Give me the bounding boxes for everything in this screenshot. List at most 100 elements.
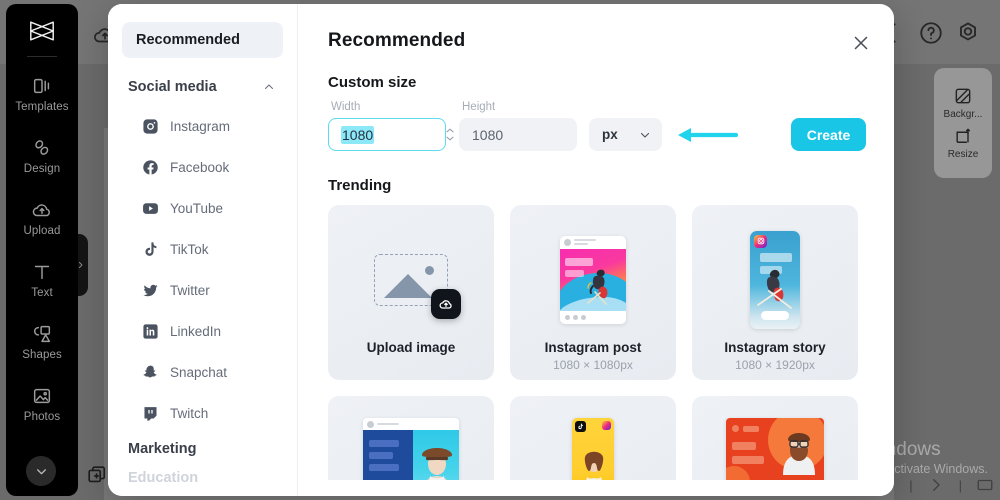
sidebar-group-social-media[interactable]: Social media [122, 72, 283, 102]
app-left-rail: Templates Design Upload [6, 4, 78, 496]
sidebar-item-twitter[interactable]: Twitter [122, 270, 283, 311]
upload-cloud-icon [431, 289, 461, 319]
sidebar-item-instagram[interactable]: Instagram [122, 106, 283, 147]
sidebar-item-twitch[interactable]: Twitch [122, 393, 283, 434]
sidebar-item-label: Instagram [170, 119, 230, 134]
bar [369, 464, 399, 471]
avatar [732, 425, 739, 432]
height-input[interactable]: 1080 [459, 118, 577, 151]
story-cta-button [761, 311, 789, 320]
modal-sidebar: Recommended Social media Instagram [108, 4, 298, 496]
line [377, 423, 399, 425]
sidebar-item-label: Upload [23, 225, 60, 237]
person-figure [779, 425, 819, 475]
rail-collapse-button[interactable] [26, 456, 56, 486]
trending-card-upload-image[interactable]: Upload image [328, 205, 494, 380]
bar [369, 440, 399, 447]
avatar [367, 421, 374, 428]
sidebar-group-label: Marketing [128, 441, 197, 457]
card-title: Instagram post [545, 340, 642, 355]
sidebar-item-youtube[interactable]: YouTube [122, 188, 283, 229]
close-icon[interactable] [850, 32, 872, 54]
sidebar-item-label: Twitter [170, 283, 210, 298]
sidebar-item-design[interactable]: Design [6, 125, 78, 187]
card-subtitle: 1080 × 1080px [553, 358, 633, 372]
instagram-icon [754, 235, 767, 248]
card-subtitle: 1080 × 1920px [735, 358, 815, 372]
post-body [726, 418, 824, 480]
unit-select[interactable]: px [589, 118, 662, 151]
trending-card-grid: Upload image [328, 205, 866, 380]
duplicate-page-icon[interactable] [86, 464, 108, 486]
instagram-story-preview [750, 227, 800, 332]
right-panel-item-resize[interactable]: Resize [948, 126, 979, 160]
card-title: Instagram story [724, 340, 825, 355]
page-title: Recommended [328, 30, 866, 52]
width-field-group: Width 1080 [328, 101, 446, 151]
sidebar-group-education[interactable]: Education [122, 470, 283, 486]
right-panel-item-background[interactable]: Backgr... [944, 86, 983, 120]
right-tool-panel: Backgr... Resize [934, 68, 992, 178]
post-mockup [560, 236, 626, 324]
sidebar-item-label: Text [31, 287, 53, 299]
sidebar-item-label: Design [24, 163, 60, 175]
shapes-icon [31, 323, 53, 345]
dot [565, 315, 570, 320]
present-screen-icon[interactable] [976, 476, 994, 494]
cursor-bar: | [909, 478, 912, 493]
sidebar-item-label: Twitch [170, 406, 208, 421]
sidebar-group-label: Social media [128, 79, 217, 95]
sidebar-item-label: TikTok [170, 242, 209, 257]
trending-card-instagram-post[interactable]: Instagram post 1080 × 1080px [510, 205, 676, 380]
taskbar-controls: | | [909, 476, 994, 494]
sidebar-item-label: YouTube [170, 201, 223, 216]
sidebar-item-templates[interactable]: Templates [6, 63, 78, 125]
trending-heading: Trending [328, 177, 866, 194]
sidebar-group-label: Education [128, 470, 198, 486]
sidebar-item-tiktok[interactable]: TikTok [122, 229, 283, 270]
bar [743, 426, 759, 432]
post-image [560, 249, 626, 311]
sidebar-item-photos[interactable]: Photos [6, 373, 78, 435]
width-input-value: 1080 [341, 126, 374, 144]
help-circle-icon[interactable] [918, 20, 944, 46]
modal-bottom-fade [298, 480, 894, 496]
sidebar-item-label: LinkedIn [170, 324, 221, 339]
instagram-post-preview [560, 227, 626, 332]
skier-figure [757, 267, 795, 311]
sidebar-item-label: Recommended [136, 32, 240, 48]
gear-icon[interactable] [955, 20, 981, 46]
sidebar-group-marketing[interactable]: Marketing [122, 434, 283, 458]
left-arrow-annotation [676, 118, 738, 151]
instagram-icon [602, 421, 611, 430]
line [574, 243, 588, 245]
width-input[interactable]: 1080 [328, 118, 446, 151]
sidebar-item-facebook[interactable]: Facebook [122, 147, 283, 188]
banner [565, 270, 584, 277]
sidebar-item-snapchat[interactable]: Snapchat [122, 352, 283, 393]
sidebar-item-recommended[interactable]: Recommended [122, 22, 283, 58]
story-mockup [750, 231, 800, 329]
dot [581, 315, 586, 320]
chevron-right-icon[interactable] [927, 476, 945, 494]
sidebar-item-upload[interactable]: Upload [6, 187, 78, 249]
templates-icon [31, 75, 53, 97]
width-label: Width [328, 101, 446, 113]
photos-icon [31, 385, 53, 407]
sidebar-item-shapes[interactable]: Shapes [6, 311, 78, 373]
unit-select-value: px [602, 127, 618, 142]
twitch-icon [142, 405, 159, 422]
snapchat-icon [142, 364, 159, 381]
tiktok-icon [575, 421, 586, 432]
sidebar-item-text[interactable]: Text [6, 249, 78, 311]
trending-card-instagram-story[interactable]: Instagram story 1080 × 1920px [692, 205, 858, 380]
sidebar-item-label: Facebook [170, 160, 229, 175]
decorative-circle [726, 466, 750, 480]
sidebar-item-linkedin[interactable]: LinkedIn [122, 311, 283, 352]
spinner-updown-icon[interactable] [443, 118, 457, 151]
youtube-icon [142, 200, 159, 217]
sidebar-item-label: Snapchat [170, 365, 227, 380]
create-button[interactable]: Create [791, 118, 866, 151]
placeholder-text-lines [574, 239, 596, 245]
custom-size-row: Width 1080 Height 1080 px [328, 101, 866, 151]
